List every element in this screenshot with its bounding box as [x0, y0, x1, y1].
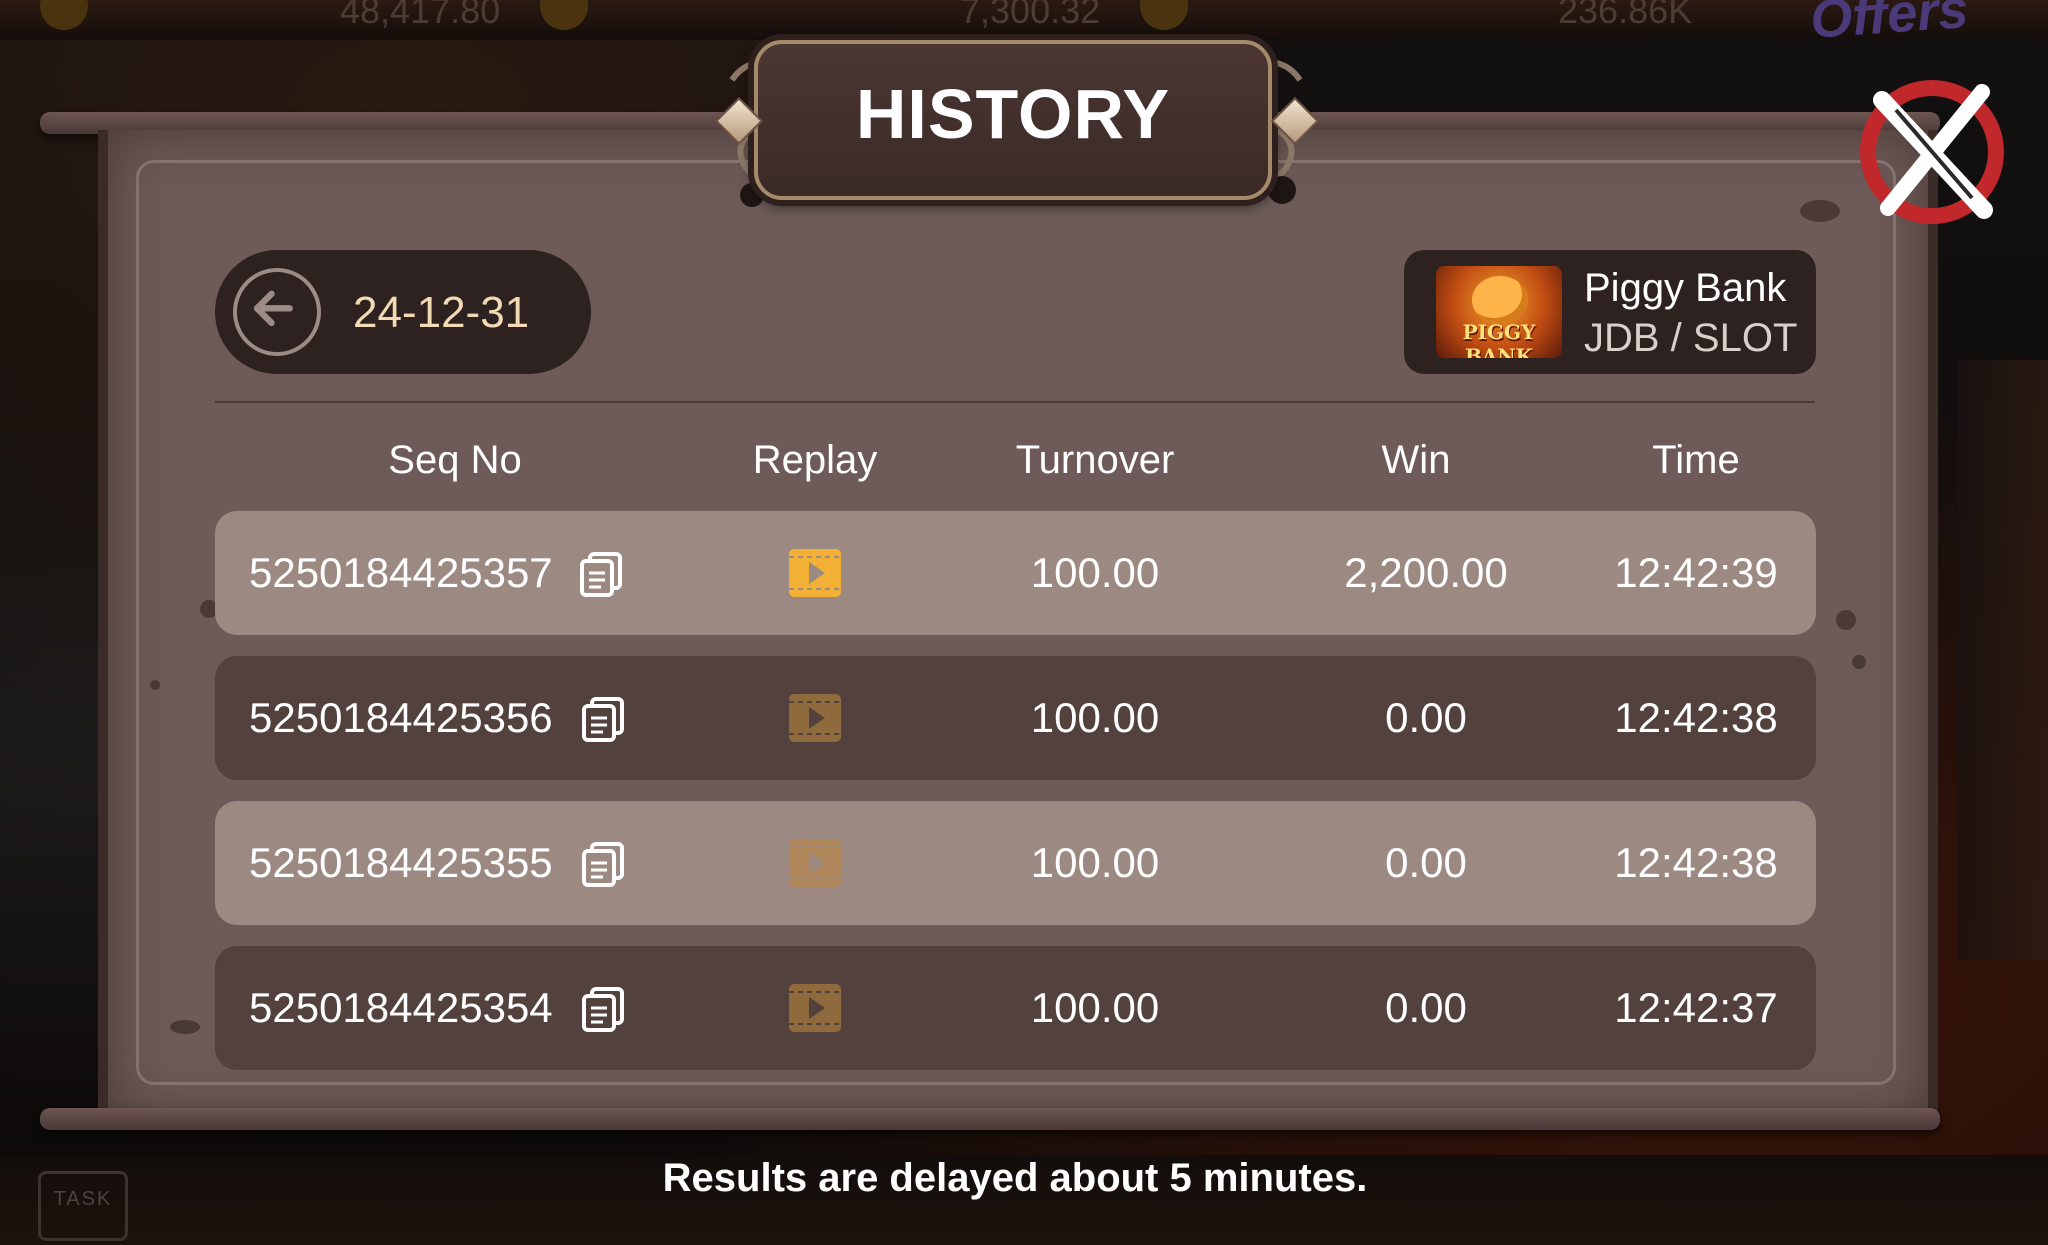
seq-no-cell: 5250184425354	[249, 984, 553, 1031]
film-play-icon[interactable]	[787, 545, 843, 601]
table-row: 5250184425354 100.00 0.00 12:42:37	[215, 946, 1816, 1070]
game-thumbnail: PIGGY BANK	[1436, 266, 1562, 358]
date-selector[interactable]: 24-12-31	[215, 250, 591, 374]
film-play-icon[interactable]	[787, 980, 843, 1036]
turnover-cell: 100.00	[1030, 694, 1160, 741]
lobby-balance-1: 48,417.80	[340, 0, 501, 31]
column-header-win: Win	[1381, 438, 1451, 482]
turnover-cell: 100.00	[1030, 839, 1160, 886]
turnover-cell: 100.00	[1030, 549, 1160, 596]
time-cell: 12:42:39	[1614, 549, 1778, 596]
seq-no-cell: 5250184425355	[249, 839, 553, 886]
film-play-icon[interactable]	[787, 690, 843, 746]
back-button[interactable]	[233, 268, 321, 356]
win-cell: 0.00	[1385, 694, 1467, 741]
copy-document-icon[interactable]	[581, 841, 627, 887]
table-row: 5250184425356 100.00 0.00 12:42:38	[215, 656, 1816, 780]
game-name: Piggy Bank	[1584, 266, 1787, 310]
lobby-balance-3: 236.86K	[1558, 0, 1693, 31]
lobby-balance-2: 7,300.32	[960, 0, 1101, 31]
column-header-time: Time	[1652, 438, 1740, 482]
date-label: 24-12-31	[353, 288, 530, 337]
close-button[interactable]	[1852, 70, 2012, 230]
column-header-seq-no: Seq No	[388, 438, 522, 482]
dialog-title: HISTORY	[855, 75, 1171, 153]
column-header-turnover: Turnover	[1015, 438, 1175, 482]
copy-document-icon[interactable]	[579, 551, 625, 597]
ink-splatter	[170, 1020, 200, 1034]
time-cell: 12:42:38	[1614, 694, 1778, 741]
time-cell: 12:42:38	[1614, 839, 1778, 886]
copy-document-icon[interactable]	[581, 696, 627, 742]
table-row: 5250184425355 100.00 0.00 12:42:38	[215, 801, 1816, 925]
ink-splatter	[1836, 610, 1856, 630]
header-divider	[215, 401, 1815, 403]
table-row: 5250184425357 100.00 2,200.00 12:42:39	[215, 511, 1816, 635]
win-cell: 0.00	[1385, 984, 1467, 1031]
win-cell: 2,200.00	[1344, 549, 1508, 596]
scroll-rod-bottom	[40, 1108, 1940, 1130]
ink-splatter	[1852, 655, 1866, 669]
turnover-cell: 100.00	[1030, 984, 1160, 1031]
film-play-icon[interactable]	[787, 835, 843, 891]
copy-document-icon[interactable]	[581, 986, 627, 1032]
column-header-replay: Replay	[752, 438, 878, 482]
ink-splatter	[1800, 200, 1840, 222]
brush-x-close-icon	[1860, 80, 2004, 224]
win-cell: 0.00	[1385, 839, 1467, 886]
ink-splatter	[150, 680, 160, 690]
piggy-icon	[1472, 276, 1528, 324]
seq-no-cell: 5250184425357	[249, 549, 553, 596]
time-cell: 12:42:37	[1614, 984, 1778, 1031]
game-provider: JDB / SLOT	[1584, 316, 1798, 360]
game-info-card: PIGGY BANK Piggy Bank JDB / SLOT	[1404, 250, 1816, 374]
delay-notice: Results are delayed about 5 minutes.	[662, 1156, 1368, 1200]
seq-no-cell: 5250184425356	[249, 694, 553, 741]
lobby-side-banner	[1958, 360, 2048, 960]
arrow-left-circle-icon	[253, 290, 293, 327]
game-thumb-label: PIGGY BANK	[1462, 320, 1536, 358]
